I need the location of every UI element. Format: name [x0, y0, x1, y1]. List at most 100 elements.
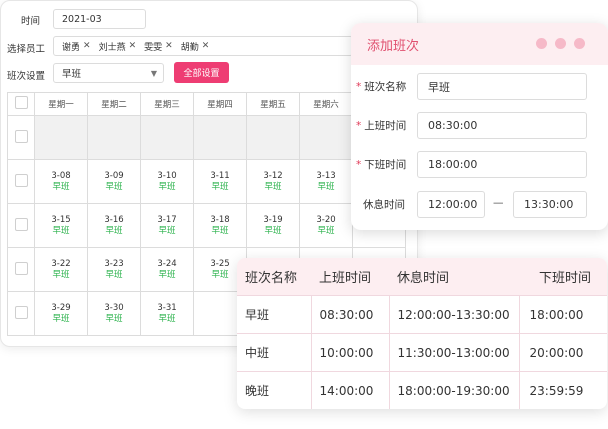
time-input[interactable]: 2021-03 [53, 9, 146, 29]
day-cell[interactable] [140, 115, 194, 160]
day-shift: 早班 [158, 269, 176, 280]
end-time-input[interactable]: 18:00:00 [417, 151, 587, 178]
column-header: 休息时间 [389, 258, 519, 296]
select-all-cell [7, 92, 35, 116]
row-select-cell [7, 291, 35, 336]
table-row[interactable]: 中班 10:00:00 11:30:00-13:00:00 20:00:00 [237, 333, 607, 372]
row-checkbox[interactable] [14, 217, 28, 231]
required-mark: * [356, 120, 362, 132]
staff-tag-label: 胡勤 [180, 42, 199, 53]
dialog-header: 添加班次 [351, 23, 608, 65]
day-cell[interactable]: 3-22 早班 [34, 247, 88, 292]
day-date: 3-17 [157, 214, 177, 225]
row-checkbox[interactable] [14, 129, 28, 143]
day-cell[interactable]: 3-08 早班 [34, 159, 88, 204]
day-date: 3-16 [104, 214, 124, 225]
rest-time-label: 休息时间 [363, 199, 405, 211]
day-date: 3-31 [157, 302, 177, 313]
shift-setting-label: 班次设置 [7, 71, 46, 82]
day-shift: 早班 [158, 313, 176, 324]
day-shift: 早班 [211, 181, 229, 192]
day-cell[interactable]: 3-19 早班 [246, 203, 300, 248]
rest-start-input[interactable]: 12:00:00 [417, 191, 485, 218]
set-all-button[interactable]: 全部设置 [174, 62, 229, 83]
select-all-checkbox[interactable] [14, 96, 28, 109]
rest-time-cell: 11:30:00-13:00:00 [389, 333, 520, 372]
window-dot-icon[interactable] [574, 38, 585, 49]
column-header: 班次名称 [237, 258, 311, 296]
staff-tag: 刘士燕 ✕ [99, 40, 137, 53]
day-date: 3-30 [104, 302, 124, 313]
day-date: 3-29 [51, 302, 71, 313]
day-cell[interactable]: 3-29 早班 [34, 291, 88, 336]
day-cell[interactable]: 3-10 早班 [140, 159, 194, 204]
start-time-cell: 08:30:00 [311, 295, 390, 334]
required-mark: * [356, 81, 362, 93]
day-date: 3-11 [210, 170, 230, 181]
column-header: 上班时间 [311, 258, 389, 296]
day-cell[interactable]: 3-17 早班 [140, 203, 194, 248]
day-cell[interactable]: 3-18 早班 [193, 203, 247, 248]
day-shift: 早班 [264, 225, 282, 236]
weekday-header: 星期一 [34, 92, 88, 116]
shift-name-label-text: 班次名称 [364, 81, 407, 93]
start-time-input[interactable]: 08:30:00 [417, 112, 587, 139]
staff-tag-label: 刘士燕 [98, 42, 126, 53]
remove-tag-icon[interactable]: ✕ [165, 41, 173, 51]
shift-select-value: 早班 [62, 69, 82, 80]
staff-select[interactable]: 谢勇 ✕ 刘士燕 ✕ 雯雯 ✕ 胡勤 ✕ [53, 36, 353, 56]
day-cell[interactable]: 3-09 早班 [87, 159, 141, 204]
day-shift: 早班 [52, 225, 70, 236]
start-time-label: * 上班时间 [356, 118, 406, 133]
day-cell[interactable]: 3-23 早班 [87, 247, 141, 292]
window-dot-icon[interactable] [555, 38, 566, 49]
table-row[interactable]: 晚班 14:00:00 18:00:00-19:30:00 23:59:59 [237, 371, 607, 409]
calendar-row: 3-08 早班 3-09 早班 3-10 早班 3-11 早班 3-12 早班 3-13 早… [7, 159, 406, 204]
day-cell[interactable]: 3-13 早班 [299, 159, 353, 204]
start-time-label-text: 上班时间 [364, 120, 407, 132]
rest-time-cell: 18:00:00-19:30:00 [389, 371, 520, 409]
day-cell[interactable]: 3-30 早班 [87, 291, 141, 336]
day-date: 3-10 [157, 170, 177, 181]
day-cell[interactable]: 3-15 早班 [34, 203, 88, 248]
end-time-cell: 20:00:00 [519, 333, 607, 372]
day-date: 3-15 [51, 214, 71, 225]
day-cell[interactable]: 3-24 早班 [140, 247, 194, 292]
row-checkbox[interactable] [14, 305, 28, 319]
shift-name-cell: 中班 [237, 333, 312, 372]
day-cell[interactable] [34, 115, 88, 160]
shift-select[interactable]: 早班 ▼ [53, 63, 164, 83]
remove-tag-icon[interactable]: ✕ [129, 41, 137, 51]
shift-table: 班次名称 上班时间 休息时间 下班时间 早班 08:30:00 12:00:00… [237, 258, 607, 409]
rest-time-cell: 12:00:00-13:30:00 [389, 295, 520, 334]
shift-table-header: 班次名称 上班时间 休息时间 下班时间 [237, 258, 607, 296]
remove-tag-icon[interactable]: ✕ [83, 41, 91, 51]
day-cell[interactable] [193, 115, 247, 160]
row-checkbox[interactable] [14, 261, 28, 275]
calendar-row [7, 115, 406, 160]
day-cell[interactable]: 3-16 早班 [87, 203, 141, 248]
day-cell[interactable]: 3-31 早班 [140, 291, 194, 336]
table-row[interactable]: 早班 08:30:00 12:00:00-13:30:00 18:00:00 [237, 295, 607, 334]
staff-tag-label: 谢勇 [62, 42, 81, 53]
window-dot-icon[interactable] [536, 38, 547, 49]
day-cell[interactable]: 3-12 早班 [246, 159, 300, 204]
day-shift: 早班 [52, 181, 70, 192]
day-date: 3-08 [51, 170, 71, 181]
day-shift: 早班 [105, 181, 123, 192]
day-cell[interactable] [246, 115, 300, 160]
shift-name-input[interactable]: 早班 [417, 73, 587, 100]
day-cell[interactable]: 3-11 早班 [193, 159, 247, 204]
day-date: 3-09 [104, 170, 124, 181]
rest-end-input[interactable]: 13:30:00 [513, 191, 587, 218]
weekday-header: 星期二 [87, 92, 141, 116]
staff-tag-label: 雯雯 [144, 42, 163, 53]
remove-tag-icon[interactable]: ✕ [202, 41, 210, 51]
day-date: 3-18 [210, 214, 230, 225]
calendar-header-row: 星期一 星期二 星期三 星期四 星期五 星期六 [7, 92, 406, 116]
day-cell[interactable] [299, 115, 353, 160]
row-checkbox[interactable] [14, 173, 28, 187]
day-cell[interactable] [87, 115, 141, 160]
day-cell[interactable]: 3-20 早班 [299, 203, 353, 248]
staff-tag: 谢勇 ✕ [62, 40, 91, 53]
